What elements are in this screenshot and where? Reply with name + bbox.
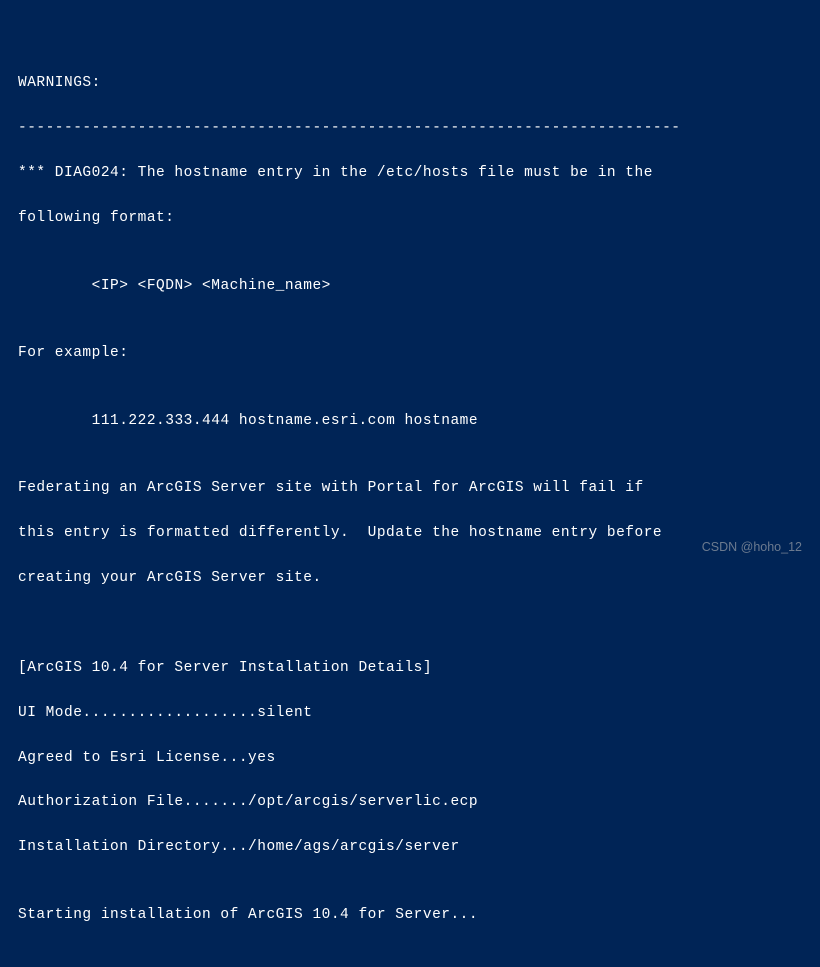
example-label: For example: <box>18 342 802 364</box>
federation-warning-line1: Federating an ArcGIS Server site with Po… <box>18 477 802 499</box>
auth-file-line: Authorization File......./opt/arcgis/ser… <box>18 791 802 813</box>
terminal-output: WARNINGS: ------------------------------… <box>0 0 820 967</box>
format-template: <IP> <FQDN> <Machine_name> <box>18 275 802 297</box>
divider-line: ----------------------------------------… <box>18 117 802 139</box>
install-dir-line: Installation Directory.../home/ags/arcgi… <box>18 836 802 858</box>
starting-install-line: Starting installation of ArcGIS 10.4 for… <box>18 904 802 926</box>
install-details-header: [ArcGIS 10.4 for Server Installation Det… <box>18 657 802 679</box>
license-agreed-line: Agreed to Esri License...yes <box>18 747 802 769</box>
ui-mode-line: UI Mode...................silent <box>18 702 802 724</box>
diag-message-line1: *** DIAG024: The hostname entry in the /… <box>18 162 802 184</box>
federation-warning-line2: this entry is formatted differently. Upd… <box>18 522 802 544</box>
federation-warning-line3: creating your ArcGIS Server site. <box>18 567 802 589</box>
warnings-header: WARNINGS: <box>18 72 802 94</box>
example-value: 111.222.333.444 hostname.esri.com hostna… <box>18 410 802 432</box>
watermark-text: CSDN @hoho_12 <box>702 538 802 557</box>
diag-message-line2: following format: <box>18 207 802 229</box>
